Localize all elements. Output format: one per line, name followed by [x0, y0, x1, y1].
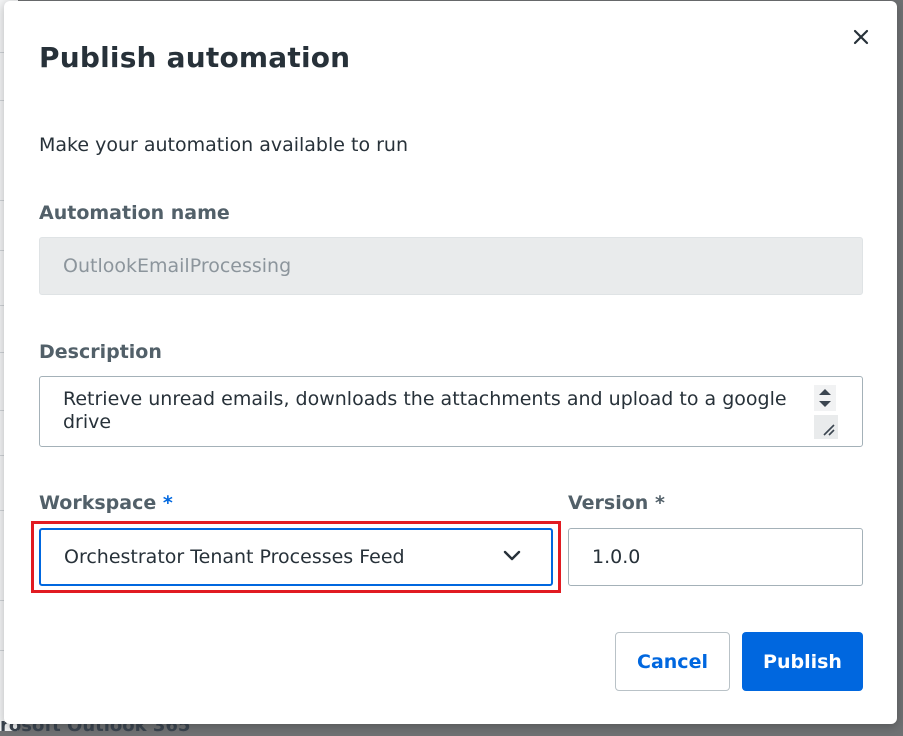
workspace-select[interactable]: Orchestrator Tenant Processes Feed — [39, 528, 553, 586]
automation-name-value: OutlookEmailProcessing — [63, 255, 292, 277]
close-icon[interactable] — [849, 25, 873, 49]
publish-button[interactable]: Publish — [742, 632, 863, 691]
automation-name-input: OutlookEmailProcessing — [39, 237, 863, 295]
resize-grip-icon[interactable] — [814, 415, 838, 439]
cancel-button[interactable]: Cancel — [615, 632, 730, 691]
automation-name-label: Automation name — [39, 202, 230, 224]
version-value: 1.0.0 — [592, 546, 641, 568]
dialog-title: Publish automation — [39, 41, 351, 74]
workspace-label: Workspace * — [39, 492, 173, 514]
version-label: Version * — [568, 492, 665, 514]
workspace-selected-value: Orchestrator Tenant Processes Feed — [64, 546, 405, 568]
publish-dialog: Publish automation Make your automation … — [4, 1, 897, 724]
required-mark: * — [162, 492, 173, 514]
description-label: Description — [39, 341, 162, 363]
description-textarea[interactable]: Retrieve unread emails, downloads the at… — [39, 376, 863, 447]
chevron-down-icon — [503, 550, 521, 561]
description-value: Retrieve unread emails, downloads the at… — [63, 388, 787, 433]
dialog-subtitle: Make your automation available to run — [39, 134, 409, 156]
workspace-label-text: Workspace — [39, 492, 157, 514]
version-input[interactable]: 1.0.0 — [568, 528, 863, 586]
scroll-arrows-icon[interactable] — [814, 385, 836, 411]
